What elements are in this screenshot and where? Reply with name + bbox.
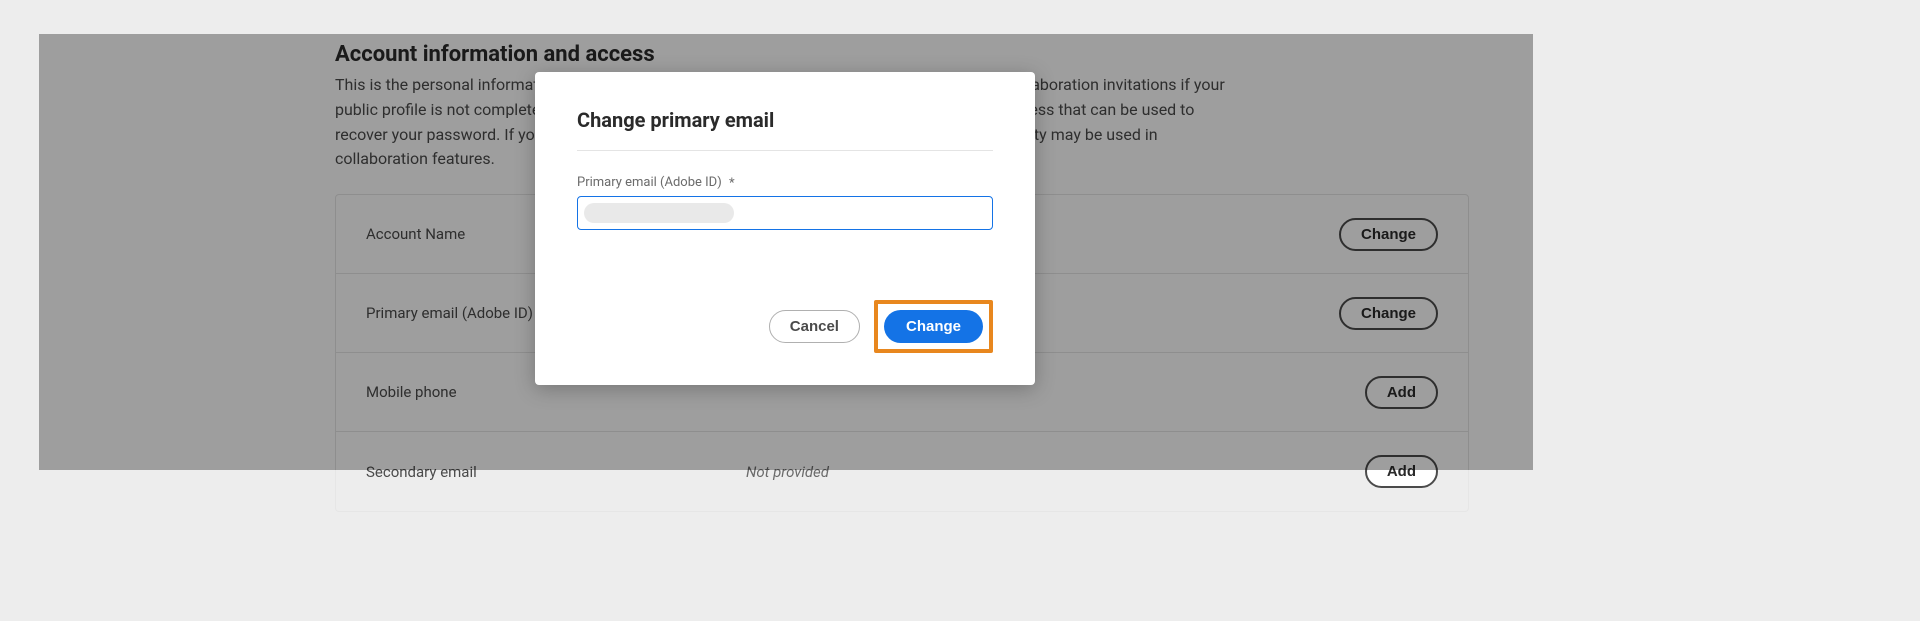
divider: [577, 150, 993, 151]
primary-email-field-label: Primary email (Adobe ID) *: [577, 175, 993, 190]
redacted-value: [584, 203, 734, 223]
required-asterisk-icon: *: [729, 176, 735, 191]
cancel-button[interactable]: Cancel: [769, 310, 860, 343]
field-label-text: Primary email (Adobe ID): [577, 175, 722, 190]
change-primary-email-modal: Change primary email Primary email (Adob…: [535, 72, 1035, 385]
modal-title: Change primary email: [577, 108, 993, 132]
confirm-change-button[interactable]: Change: [884, 310, 983, 343]
highlight-annotation: Change: [874, 300, 993, 353]
